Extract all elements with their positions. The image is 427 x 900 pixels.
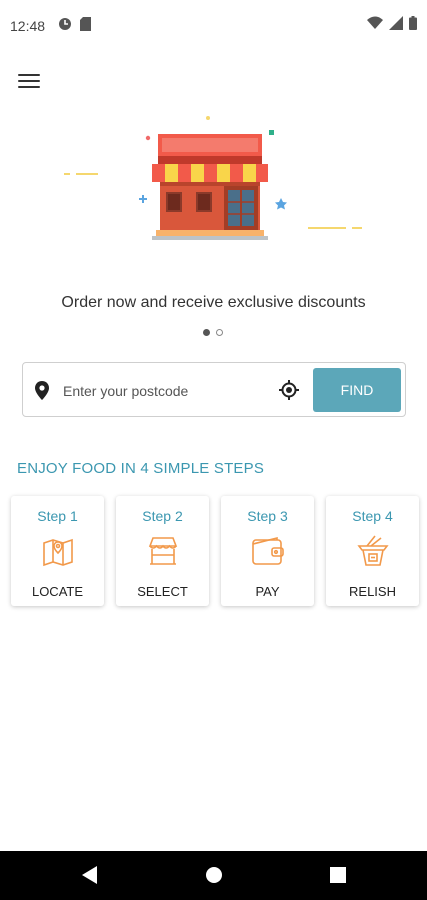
- step-label: SELECT: [137, 584, 188, 599]
- storefront-icon: [148, 537, 177, 565]
- carousel-indicator[interactable]: [203, 329, 223, 336]
- system-navigation-bar: [0, 851, 427, 900]
- storefront-illustration: [64, 116, 362, 240]
- data-saver-icon: [59, 18, 71, 30]
- carousel-dot-1[interactable]: [203, 329, 210, 336]
- recents-icon[interactable]: [329, 865, 347, 885]
- battery-icon: [409, 16, 417, 30]
- home-icon[interactable]: [205, 865, 223, 885]
- postcode-input[interactable]: [61, 375, 275, 407]
- step-card-select[interactable]: Step 2 SELECT: [116, 496, 209, 606]
- step-number: Step 4: [352, 508, 393, 524]
- find-button[interactable]: FIND: [313, 368, 401, 412]
- status-left-icons: [58, 17, 91, 31]
- sim-card-icon: [80, 17, 91, 31]
- takeout-box-icon: [356, 535, 389, 566]
- steps-title: ENJOY FOOD IN 4 SIMPLE STEPS: [17, 460, 265, 477]
- status-time: 12:48: [10, 18, 46, 34]
- step-number: Step 2: [142, 508, 183, 524]
- step-card-locate[interactable]: Step 1 LOCATE: [11, 496, 104, 606]
- hamburger-icon[interactable]: [18, 74, 40, 92]
- postcode-search-box: FIND: [22, 362, 406, 417]
- step-card-pay[interactable]: Step 3 PAY: [221, 496, 314, 606]
- carousel-tagline: Order now and receive exclusive discount…: [61, 294, 366, 311]
- back-icon[interactable]: [80, 865, 98, 885]
- step-number: Step 3: [247, 508, 288, 524]
- status-right-icons: [367, 16, 417, 30]
- status-bar: 12:48: [0, 0, 427, 52]
- map-icon: [42, 538, 73, 567]
- wallet-icon: [251, 536, 284, 565]
- step-number: Step 1: [37, 508, 78, 524]
- signal-icon: [389, 16, 403, 30]
- location-pin-icon: [35, 381, 49, 400]
- step-label: LOCATE: [31, 584, 84, 599]
- step-card-relish[interactable]: Step 4 RELISH: [326, 496, 419, 606]
- carousel-dot-2[interactable]: [216, 329, 223, 336]
- wifi-icon: [367, 16, 383, 29]
- steps-row: Step 1 LOCATE Step 2 SELECT Step 3 PAY S…: [11, 496, 419, 606]
- step-label: PAY: [255, 584, 280, 599]
- step-label: RELISH: [349, 584, 396, 599]
- my-location-icon[interactable]: [279, 380, 299, 400]
